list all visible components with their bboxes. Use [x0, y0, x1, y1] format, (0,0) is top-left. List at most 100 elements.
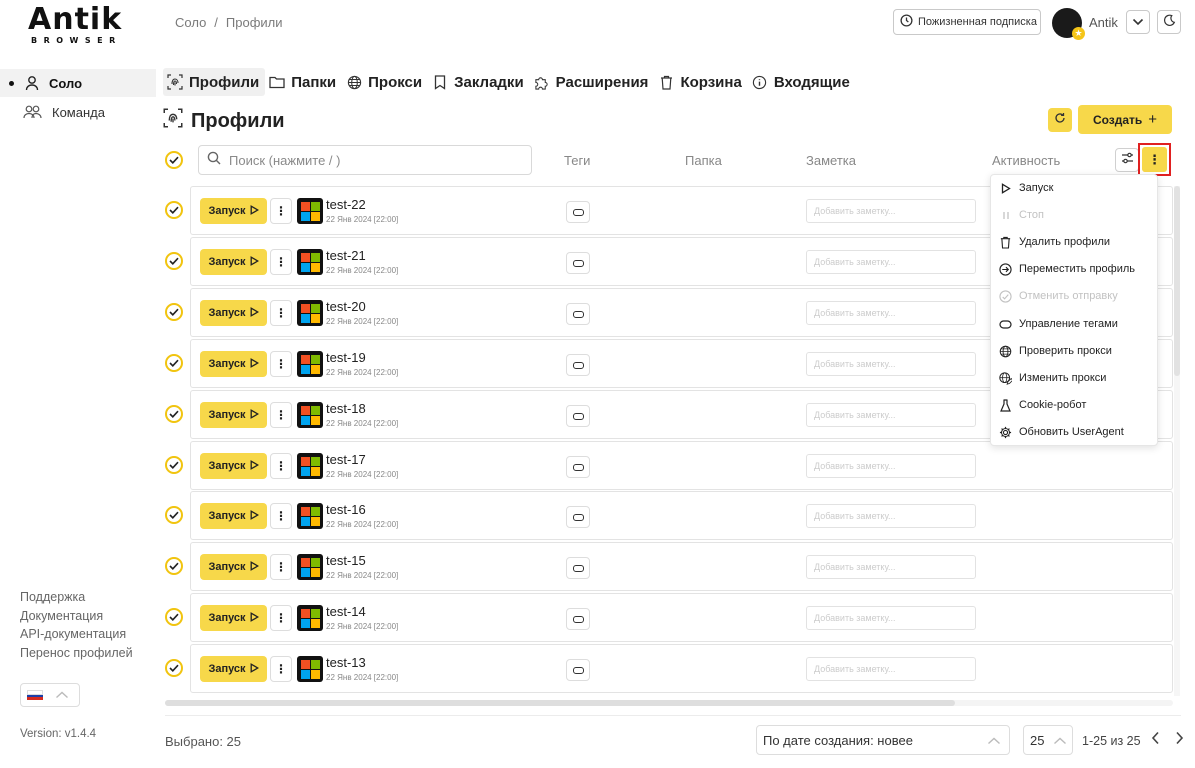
breadcrumb-root[interactable]: Соло [175, 15, 206, 30]
next-page-button[interactable] [1171, 729, 1187, 751]
table-row[interactable]: Запуск ⋮ test-15 22 Янв 2024 [22:00] [190, 542, 1173, 591]
row-menu-button[interactable]: ⋮ [270, 656, 292, 682]
add-tag-button[interactable] [566, 557, 590, 579]
table-row[interactable]: Запуск ⋮ test-17 22 Янв 2024 [22:00] [190, 441, 1173, 490]
profile-name[interactable]: test-16 [326, 502, 366, 517]
tab-folders[interactable]: Папки [265, 68, 342, 96]
note-input[interactable] [806, 606, 976, 630]
profile-name[interactable]: test-19 [326, 350, 366, 365]
note-input[interactable] [806, 657, 976, 681]
sort-select[interactable]: По дате создания: новее [756, 725, 1010, 755]
note-input[interactable] [806, 250, 976, 274]
menu-item-check-proxy[interactable]: Проверить прокси [999, 342, 1112, 360]
note-input[interactable] [806, 454, 976, 478]
page-size-select[interactable]: 25 [1023, 725, 1073, 755]
launch-button[interactable]: Запуск [200, 300, 267, 326]
add-tag-button[interactable] [566, 506, 590, 528]
profile-name[interactable]: test-15 [326, 553, 366, 568]
row-checkbox[interactable] [165, 354, 183, 372]
launch-button[interactable]: Запуск [200, 249, 267, 275]
menu-item-manage-tags[interactable]: Управление тегами [999, 315, 1118, 333]
tab-extensions[interactable]: Расширения [530, 68, 655, 96]
add-tag-button[interactable] [566, 405, 590, 427]
link-docs[interactable]: Документация [20, 607, 133, 626]
launch-button[interactable]: Запуск [200, 351, 267, 377]
note-input[interactable] [806, 301, 976, 325]
create-profile-button[interactable]: Создать + [1078, 105, 1172, 134]
note-input[interactable] [806, 352, 976, 376]
launch-button[interactable]: Запуск [200, 402, 267, 428]
menu-item-launch[interactable]: Запуск [999, 179, 1053, 197]
row-checkbox[interactable] [165, 456, 183, 474]
menu-item-update-useragent[interactable]: Обновить UserAgent [999, 423, 1124, 441]
horizontal-scrollbar[interactable] [165, 700, 1173, 706]
avatar[interactable]: ★ [1052, 8, 1085, 40]
link-profile-transfer[interactable]: Перенос профилей [20, 644, 133, 663]
launch-button[interactable]: Запуск [200, 198, 267, 224]
profile-name[interactable]: test-13 [326, 655, 366, 670]
launch-button[interactable]: Запуск [200, 453, 267, 479]
note-input[interactable] [806, 555, 976, 579]
search-input[interactable] [229, 152, 509, 168]
add-tag-button[interactable] [566, 456, 590, 478]
row-checkbox[interactable] [165, 557, 183, 575]
language-select[interactable] [20, 683, 80, 707]
menu-item-move-profile[interactable]: Переместить профиль [999, 260, 1135, 278]
theme-toggle-button[interactable] [1157, 10, 1181, 34]
column-header-folder[interactable]: Папка [685, 153, 722, 168]
tab-trash[interactable]: Корзина [654, 68, 747, 96]
row-menu-button[interactable]: ⋮ [270, 351, 292, 377]
profile-name[interactable]: test-22 [326, 197, 366, 212]
row-menu-button[interactable]: ⋮ [270, 453, 292, 479]
menu-item-change-proxy[interactable]: Изменить прокси [999, 369, 1106, 387]
add-tag-button[interactable] [566, 354, 590, 376]
row-menu-button[interactable]: ⋮ [270, 198, 292, 224]
tab-profiles[interactable]: Профили [163, 68, 266, 96]
note-input[interactable] [806, 504, 976, 528]
note-input[interactable] [806, 199, 976, 223]
add-tag-button[interactable] [566, 659, 590, 681]
add-tag-button[interactable] [566, 252, 590, 274]
row-checkbox[interactable] [165, 506, 183, 524]
bulk-actions-button[interactable]: ⋮ [1142, 147, 1167, 172]
tab-proxies[interactable]: Прокси [342, 68, 428, 96]
prev-page-button[interactable] [1147, 729, 1163, 751]
row-checkbox[interactable] [165, 659, 183, 677]
sidebar-item-solo[interactable]: Соло [0, 69, 156, 97]
table-row[interactable]: Запуск ⋮ test-16 22 Янв 2024 [22:00] [190, 491, 1173, 540]
menu-item-cookie-robot[interactable]: Cookie-робот [999, 396, 1086, 414]
launch-button[interactable]: Запуск [200, 605, 267, 631]
menu-item-delete-profiles[interactable]: Удалить профили [999, 233, 1110, 251]
add-tag-button[interactable] [566, 303, 590, 325]
launch-button[interactable]: Запуск [200, 503, 267, 529]
row-menu-button[interactable]: ⋮ [270, 503, 292, 529]
column-settings-button[interactable] [1115, 148, 1139, 172]
row-checkbox[interactable] [165, 405, 183, 423]
add-tag-button[interactable] [566, 201, 590, 223]
profile-name[interactable]: test-14 [326, 604, 366, 619]
column-header-tags[interactable]: Теги [564, 153, 590, 168]
row-checkbox[interactable] [165, 303, 183, 321]
user-name[interactable]: Antik [1089, 15, 1118, 30]
vertical-scrollbar[interactable] [1174, 186, 1180, 696]
subscription-button[interactable]: Пожизненная подписка [893, 9, 1041, 35]
column-header-activity[interactable]: Активность [992, 153, 1060, 168]
note-input[interactable] [806, 403, 976, 427]
tab-inbox[interactable]: Входящие [748, 68, 856, 96]
add-tag-button[interactable] [566, 608, 590, 630]
column-header-note[interactable]: Заметка [806, 153, 856, 168]
row-checkbox[interactable] [165, 608, 183, 626]
profile-name[interactable]: test-18 [326, 401, 366, 416]
table-row[interactable]: Запуск ⋮ test-13 22 Янв 2024 [22:00] [190, 644, 1173, 693]
row-checkbox[interactable] [165, 252, 183, 270]
search-box[interactable] [198, 145, 532, 175]
row-menu-button[interactable]: ⋮ [270, 300, 292, 326]
launch-button[interactable]: Запуск [200, 554, 267, 580]
row-checkbox[interactable] [165, 201, 183, 219]
link-support[interactable]: Поддержка [20, 588, 133, 607]
row-menu-button[interactable]: ⋮ [270, 605, 292, 631]
profile-name[interactable]: test-21 [326, 248, 366, 263]
tab-bookmarks[interactable]: Закладки [428, 68, 530, 96]
profile-name[interactable]: test-20 [326, 299, 366, 314]
row-menu-button[interactable]: ⋮ [270, 402, 292, 428]
